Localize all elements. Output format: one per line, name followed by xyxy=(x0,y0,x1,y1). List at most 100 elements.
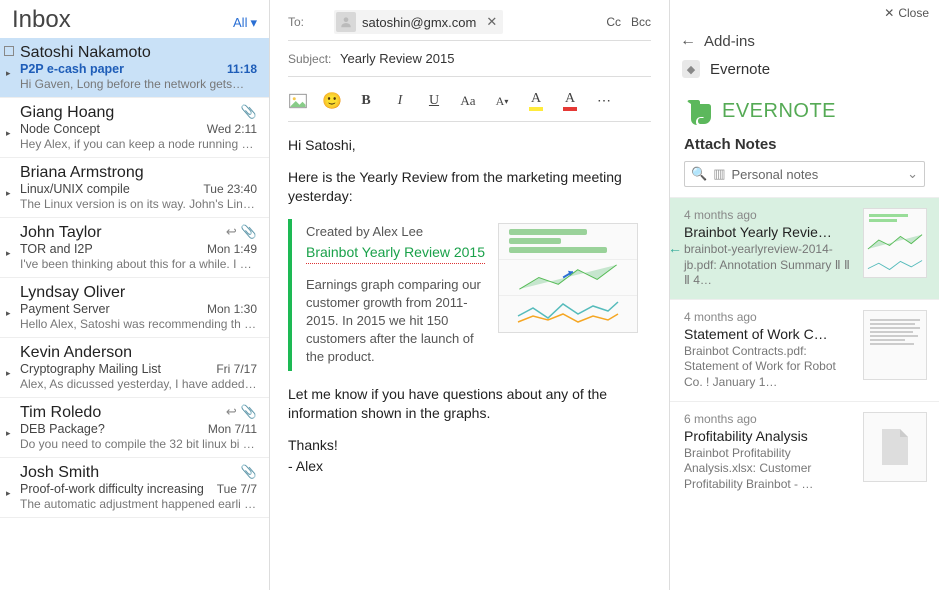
compose-pane: To: satoshin@gmx.com ✕ Cc Bcc Subject: Y… xyxy=(270,0,669,590)
close-button[interactable]: ✕Close xyxy=(884,6,929,20)
expand-caret-icon[interactable]: ▸ xyxy=(6,248,11,259)
back-button[interactable]: ← xyxy=(680,32,696,50)
message-preview: I've been thinking about this for a whil… xyxy=(20,257,257,271)
message-subject: DEB Package? xyxy=(20,422,208,436)
message-subject: Cryptography Mailing List xyxy=(20,362,216,376)
expand-caret-icon[interactable]: ▸ xyxy=(6,488,11,499)
note-age: 4 months ago xyxy=(684,310,853,324)
expand-caret-icon[interactable]: ▸ xyxy=(6,188,11,199)
message-preview: The Linux version is on its way. John's … xyxy=(20,197,257,211)
message-time: Mon 7/11 xyxy=(208,422,257,436)
underline-button[interactable]: U xyxy=(424,91,444,111)
addin-pane: ✕Close ← Add-ins ◆ Evernote EVERNOTE Att… xyxy=(669,0,939,590)
note-thumbnail xyxy=(498,223,638,333)
italic-button[interactable]: I xyxy=(390,91,410,111)
message-time: 11:18 xyxy=(227,62,257,76)
select-checkbox[interactable] xyxy=(4,46,14,56)
highlight-button[interactable]: A xyxy=(526,91,546,111)
note-title: Brainbot Yearly Review 2015 xyxy=(306,243,485,264)
expand-caret-icon[interactable]: ▸ xyxy=(6,368,11,379)
inbox-filter-label: All xyxy=(233,15,247,30)
bold-button[interactable]: B xyxy=(356,91,376,111)
search-icon: 🔍 xyxy=(691,166,707,182)
note-age: 6 months ago xyxy=(684,412,853,426)
notebook-icon: ▥ xyxy=(713,166,725,182)
message-item[interactable]: ▸Briana ArmstrongLinux/UNIX compileTue 2… xyxy=(0,158,269,218)
bcc-button[interactable]: Bcc xyxy=(631,15,651,29)
message-preview: Hi Gaven, Long before the network gets… xyxy=(20,77,257,91)
chevron-down-icon: ⌄ xyxy=(907,166,918,182)
notebook-selected: Personal notes xyxy=(731,167,901,182)
notebook-selector[interactable]: 🔍 ▥ Personal notes ⌄ xyxy=(684,161,925,187)
inbox-filter[interactable]: All ▾ xyxy=(233,15,257,31)
message-time: Mon 1:49 xyxy=(207,242,257,256)
message-preview: Hello Alex, Satoshi was recommending th … xyxy=(20,317,257,331)
note-title: Statement of Work C… xyxy=(684,326,853,342)
inbox-pane: Inbox All ▾ ▸Satoshi NakamotoP2P e-cash … xyxy=(0,0,270,590)
note-item[interactable]: ←4 months agoBrainbot Yearly Revie…brain… xyxy=(670,197,939,299)
message-time: Tue 23:40 xyxy=(203,182,257,196)
attachment-icon: 📎 xyxy=(241,404,257,420)
addin-name: Evernote xyxy=(710,61,770,78)
to-row: To: satoshin@gmx.com ✕ Cc Bcc xyxy=(288,10,651,41)
message-preview: Alex, As dicussed yesterday, I have adde… xyxy=(20,377,257,391)
note-item[interactable]: 4 months agoStatement of Work C…Brainbot… xyxy=(670,299,939,401)
note-age: 4 months ago xyxy=(684,208,853,222)
message-item[interactable]: ▸ Kevin AndersonCryptography Mailing List… xyxy=(0,338,269,398)
email-body[interactable]: Hi Satoshi, Here is the Yearly Review fr… xyxy=(288,136,651,489)
message-time: Tue 7/7 xyxy=(217,482,257,496)
message-time: Mon 1:30 xyxy=(207,302,257,316)
note-created-by: Created by Alex Lee xyxy=(306,223,486,241)
expand-caret-icon[interactable]: ▸ xyxy=(6,128,11,139)
expand-caret-icon[interactable]: ▸ xyxy=(6,308,11,319)
attached-note-card[interactable]: Created by Alex Lee Brainbot Yearly Revi… xyxy=(288,219,651,371)
message-preview: The automatic adjustment happened earli … xyxy=(20,497,257,511)
reply-icon: ↩ xyxy=(226,224,237,240)
recipient-email: satoshin@gmx.com xyxy=(362,15,476,30)
sender-name: Kevin Anderson xyxy=(20,344,257,362)
note-title: Brainbot Yearly Revie… xyxy=(684,224,853,240)
recipient-chip[interactable]: satoshin@gmx.com ✕ xyxy=(334,10,503,34)
subject-row: Subject: Yearly Review 2015 xyxy=(288,49,651,77)
attach-notes-heading: Attach Notes xyxy=(670,132,939,161)
message-item[interactable]: ▸↩📎John TaylorTOR and I2PMon 1:49I've be… xyxy=(0,218,269,278)
more-format-button[interactable]: ⋯ xyxy=(594,91,614,111)
note-thumbnail xyxy=(863,412,927,482)
avatar-icon xyxy=(336,12,356,32)
message-item[interactable]: ▸Satoshi NakamotoP2P e-cash paper11:18Hi… xyxy=(0,38,269,98)
inbox-title: Inbox xyxy=(12,6,233,34)
note-thumbnail xyxy=(863,208,927,278)
message-time: Wed 2:11 xyxy=(207,122,257,136)
message-item[interactable]: ▸📎Giang HoangNode ConceptWed 2:11Hey Ale… xyxy=(0,98,269,158)
expand-caret-icon[interactable]: ▸ xyxy=(6,428,11,439)
message-item[interactable]: ▸Lyndsay OliverPayment ServerMon 1:30Hel… xyxy=(0,278,269,338)
remove-recipient-icon[interactable]: ✕ xyxy=(486,14,497,30)
message-preview: Do you need to compile the 32 bit linux … xyxy=(20,437,257,451)
font-size-button[interactable]: A▾ xyxy=(492,91,512,111)
attachment-icon: 📎 xyxy=(241,464,257,480)
body-para-1: Here is the Yearly Review from the marke… xyxy=(288,168,651,207)
message-subject: Linux/UNIX compile xyxy=(20,182,203,196)
note-item[interactable]: 6 months agoProfitability AnalysisBrainb… xyxy=(670,401,939,503)
sender-name: Josh Smith xyxy=(20,464,257,482)
insert-arrow-icon: ← xyxy=(670,240,682,256)
message-item[interactable]: ▸↩📎Tim RoledoDEB Package?Mon 7/11Do you … xyxy=(0,398,269,458)
font-button[interactable]: Aa xyxy=(458,91,478,111)
signature: - Alex xyxy=(288,457,651,477)
expand-caret-icon[interactable]: ▸ xyxy=(6,68,11,79)
emoji-button[interactable]: 🙂 xyxy=(322,91,342,111)
message-list: ▸Satoshi NakamotoP2P e-cash paper11:18Hi… xyxy=(0,38,269,518)
body-para-2: Let me know if you have questions about … xyxy=(288,385,651,424)
attachment-icon: 📎 xyxy=(241,104,257,120)
insert-image-button[interactable] xyxy=(288,91,308,111)
subject-input[interactable]: Yearly Review 2015 xyxy=(340,51,454,66)
font-color-button[interactable]: A xyxy=(560,91,580,111)
to-label: To: xyxy=(288,15,328,29)
reply-icon: ↩ xyxy=(226,404,237,420)
message-subject: Proof-of-work difficulty increasing xyxy=(20,482,217,496)
message-item[interactable]: ▸ 📎Josh SmithProof-of-work difficulty inc… xyxy=(0,458,269,518)
message-subject: P2P e-cash paper xyxy=(20,62,227,76)
greeting: Hi Satoshi, xyxy=(288,136,651,156)
cc-button[interactable]: Cc xyxy=(606,15,621,29)
subject-label: Subject: xyxy=(288,52,332,66)
